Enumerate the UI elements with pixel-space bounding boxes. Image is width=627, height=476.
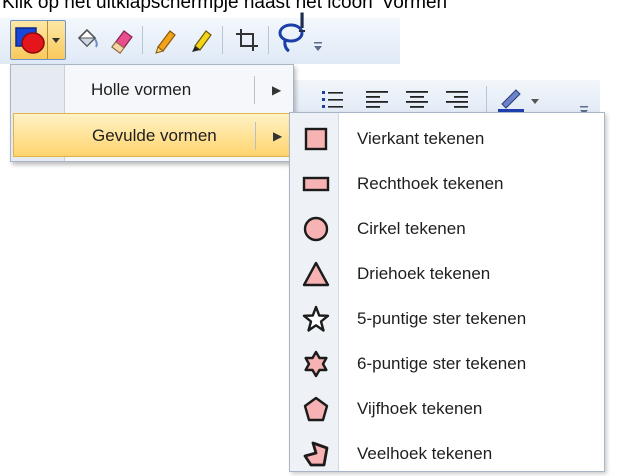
menu-item-label: Driehoek tekenen [357, 264, 491, 283]
eraser-icon [111, 30, 133, 54]
menu-item-label: Veelhoek tekenen [357, 444, 493, 463]
menu-item-label: 6-puntige ster tekenen [357, 354, 527, 373]
menu-item-label: Holle vormen [91, 80, 192, 99]
paint-bucket-button[interactable] [70, 22, 104, 58]
rectangle-icon [302, 176, 330, 192]
shapes-split-button[interactable] [10, 20, 66, 60]
square-icon [304, 127, 328, 151]
menu-item-square[interactable]: Vierkant tekenen [290, 117, 604, 161]
toolbar-overflow-icon[interactable] [312, 40, 324, 54]
menu-item-label: Vijfhoek tekenen [357, 399, 483, 418]
shapes-dropdown-menu: Holle vormen ▶ Gevulde vormen ▶ [10, 64, 294, 162]
highlighter-icon [192, 30, 212, 52]
triangle-icon [302, 261, 330, 287]
align-center-icon[interactable] [404, 88, 430, 112]
submenu-arrow-icon: ▶ [272, 83, 282, 97]
menu-item-filled-shapes[interactable]: Gevulde vormen ▶ [13, 113, 291, 157]
align-right-icon[interactable] [444, 88, 470, 112]
six-point-star-icon [304, 350, 328, 378]
align-left-icon[interactable] [364, 88, 390, 112]
menu-item-label: Vierkant tekenen [357, 129, 485, 148]
menu-item-polygon[interactable]: Veelhoek tekenen [290, 432, 604, 476]
underline-icon[interactable]: I [292, 0, 312, 42]
crop-button[interactable] [230, 22, 264, 58]
bullet-list-icon[interactable] [320, 88, 346, 112]
instruction-caption: Klik op het uitklapschermpje naast het i… [2, 0, 451, 13]
line-color-icon[interactable] [496, 86, 526, 114]
paint-bucket-icon [77, 28, 98, 48]
menu-item-label: Gevulde vormen [92, 126, 217, 145]
pentagon-icon [303, 396, 329, 422]
polygon-icon [303, 441, 329, 467]
filled-shapes-submenu: Vierkant tekenen Rechthoek tekenen Cirke… [289, 112, 605, 472]
menu-item-triangle[interactable]: Driehoek tekenen [290, 252, 604, 296]
menu-item-circle[interactable]: Cirkel tekenen [290, 207, 604, 251]
shapes-icon [15, 27, 45, 54]
five-point-star-icon [302, 305, 330, 332]
menu-item-rectangle[interactable]: Rechthoek tekenen [290, 162, 604, 206]
chevron-down-icon[interactable] [530, 96, 540, 106]
menu-item-label: Rechthoek tekenen [357, 174, 504, 193]
highlighter-icon [155, 30, 176, 54]
menu-item-hollow-shapes[interactable]: Holle vormen ▶ [11, 68, 293, 112]
menu-item-label: 5-puntige ster tekenen [357, 309, 527, 328]
menu-item-pentagon[interactable]: Vijfhoek tekenen [290, 387, 604, 431]
menu-item-six-point-star[interactable]: 6-puntige ster tekenen [290, 342, 604, 386]
eraser-button[interactable] [104, 22, 138, 58]
highlighter-yellow-button[interactable] [184, 22, 218, 58]
crop-icon [236, 29, 258, 51]
menu-item-label: Cirkel tekenen [357, 219, 466, 238]
highlighter-orange-button[interactable] [148, 22, 182, 58]
menu-item-five-point-star[interactable]: 5-puntige ster tekenen [290, 297, 604, 341]
circle-icon [303, 216, 329, 242]
chevron-down-icon[interactable] [51, 35, 61, 45]
submenu-arrow-icon: ▶ [273, 129, 283, 143]
